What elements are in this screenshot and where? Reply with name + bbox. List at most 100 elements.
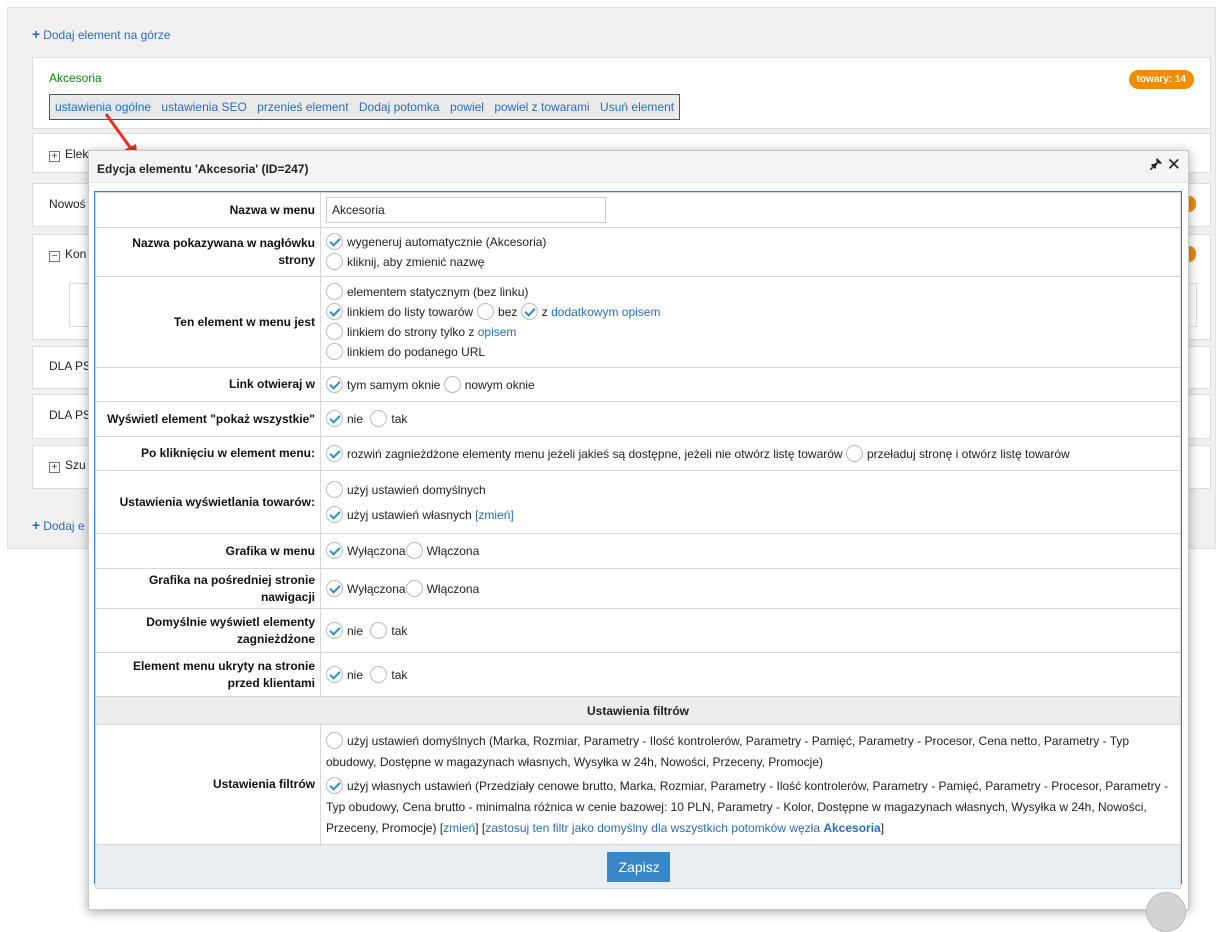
expand-icon[interactable]: + bbox=[49, 151, 60, 162]
radio-nested-yes[interactable] bbox=[370, 621, 388, 639]
action-delete-element[interactable]: Usuń element bbox=[600, 100, 674, 114]
radio-hidden-no[interactable] bbox=[326, 665, 343, 683]
menu-item-label-wrap[interactable]: − Kon bbox=[49, 247, 86, 262]
radio-nav-graphic-on[interactable] bbox=[405, 579, 423, 597]
extra-description-link[interactable]: dodatkowym opisem bbox=[551, 305, 660, 319]
radio-auto-name[interactable] bbox=[326, 233, 343, 250]
radio-description-only[interactable] bbox=[326, 323, 343, 340]
add-element-top-label[interactable]: Dodaj element na górze bbox=[43, 28, 170, 42]
change-display-link[interactable]: [zmień] bbox=[475, 508, 514, 522]
form-label: Link otwieraj w bbox=[95, 367, 321, 402]
radio-expand-children[interactable] bbox=[326, 444, 343, 462]
radio-label: użyj ustawień domyślnych bbox=[347, 482, 486, 497]
description-link[interactable]: opisem bbox=[478, 325, 517, 339]
radio-label: linkiem do strony tylko z bbox=[347, 325, 475, 339]
add-element-top-link[interactable]: + Dodaj element na górze bbox=[32, 26, 171, 42]
add-element-bottom-label[interactable]: Dodaj e bbox=[43, 519, 84, 533]
radio-label: nie bbox=[347, 667, 364, 682]
radio-label: tak bbox=[391, 623, 408, 638]
menu-item-label[interactable]: Nowoś bbox=[49, 197, 86, 211]
menu-item-title[interactable]: Akcesoria bbox=[49, 71, 102, 85]
expand-icon[interactable]: + bbox=[49, 462, 60, 473]
radio-default-display[interactable] bbox=[326, 480, 343, 498]
collapse-icon[interactable]: − bbox=[49, 251, 60, 262]
radio-label: tak bbox=[391, 667, 408, 682]
form-row-element-type: Ten element w menu jest elementem statyc… bbox=[95, 276, 1181, 368]
pin-icon[interactable] bbox=[1149, 158, 1162, 173]
radio-nested-no[interactable] bbox=[326, 621, 343, 639]
radio-default-filters[interactable] bbox=[326, 731, 343, 749]
radio-same-window[interactable] bbox=[326, 375, 343, 393]
radio-without-description[interactable] bbox=[477, 303, 495, 320]
save-button[interactable]: Zapisz bbox=[606, 851, 670, 882]
radio-label: wygeneruj automatycznie (Akcesoria) bbox=[347, 235, 547, 249]
action-duplicate[interactable]: powiel bbox=[450, 100, 484, 114]
form-label: Domyślnie wyświetl elementy zagnieżdżone bbox=[95, 608, 321, 653]
radio-label: elementem statycznym (bez linku) bbox=[347, 285, 529, 299]
radio-label: Włączona bbox=[426, 581, 480, 596]
action-duplicate-with-products[interactable]: powiel z towarami bbox=[494, 100, 589, 114]
radio-nav-graphic-off[interactable] bbox=[326, 579, 343, 597]
radio-hidden-yes[interactable] bbox=[370, 665, 388, 683]
radio-label: nie bbox=[347, 412, 364, 426]
form-label: Ten element w menu jest bbox=[95, 276, 321, 368]
form-row-menu-name: Nazwa w menu bbox=[95, 192, 1181, 228]
radio-product-list[interactable] bbox=[326, 303, 343, 320]
edit-element-dialog: Edycja elementu 'Akcesoria' (ID=247) ✕ N… bbox=[88, 150, 1189, 910]
add-element-bottom-link[interactable]: + Dodaj e bbox=[32, 517, 85, 533]
form-row-header-name: Nazwa pokazywana w nagłówku strony wygen… bbox=[95, 227, 1181, 277]
radio-graphic-on[interactable] bbox=[405, 542, 423, 559]
dialog-header[interactable]: Edycja elementu 'Akcesoria' (ID=247) ✕ bbox=[89, 151, 1188, 183]
radio-show-all-no[interactable] bbox=[326, 410, 343, 427]
form-label: Element menu ukryty na stronie przed kli… bbox=[95, 652, 321, 697]
apply-filter-node[interactable]: Akcesoria bbox=[823, 821, 880, 835]
radio-label: użyj ustawień domyślnych (Marka, Rozmiar… bbox=[326, 733, 1130, 769]
form-label: Nazwa w menu bbox=[95, 192, 321, 228]
form-row-menu-graphic: Grafika w menu Wyłączona Włączona bbox=[95, 533, 1181, 569]
menu-item-label[interactable]: Elek bbox=[65, 147, 88, 161]
action-add-child[interactable]: Dodaj potomka bbox=[359, 100, 440, 114]
radio-with-description[interactable] bbox=[520, 303, 538, 320]
menu-item-label[interactable]: DLA PS bbox=[49, 408, 91, 422]
form-row-nav-graphic: Grafika na pośredniej stronie nawigacji … bbox=[95, 568, 1181, 609]
change-filters-link[interactable]: zmień bbox=[443, 821, 475, 835]
bracket-text: ] bbox=[880, 820, 885, 835]
radio-custom-filters[interactable] bbox=[326, 776, 343, 794]
radio-label: tym samym oknie bbox=[347, 377, 441, 392]
menu-item-label-wrap[interactable]: + Szu bbox=[49, 458, 86, 473]
plus-icon: + bbox=[32, 517, 41, 533]
menu-name-input[interactable] bbox=[326, 197, 606, 223]
form-section-filters: Ustawienia filtrów bbox=[95, 696, 1181, 725]
form-row-on-click: Po kliknięciu w element menu: rozwiń zag… bbox=[95, 436, 1181, 471]
radio-label: Wyłączona bbox=[347, 544, 406, 558]
menu-item-label[interactable]: DLA PS bbox=[49, 359, 91, 373]
radio-static[interactable] bbox=[326, 283, 343, 300]
radio-url[interactable] bbox=[326, 343, 343, 360]
action-move-element[interactable]: przenieś element bbox=[257, 100, 348, 114]
form-footer: Zapisz bbox=[95, 844, 1181, 889]
radio-reload-page[interactable] bbox=[845, 444, 863, 462]
close-icon[interactable]: ✕ bbox=[1167, 155, 1181, 175]
radio-custom-display[interactable] bbox=[326, 505, 343, 523]
radio-label: nowym oknie bbox=[464, 377, 535, 392]
menu-item-label-wrap[interactable]: + Elek bbox=[49, 147, 88, 162]
form-row-hidden: Element menu ukryty na stronie przed kli… bbox=[95, 652, 1181, 697]
plus-icon: + bbox=[32, 26, 41, 42]
form-label: Grafika w menu bbox=[95, 533, 321, 569]
menu-item-akcesoria: Akcesoria towary: 14 ustawienia ogólne u… bbox=[32, 57, 1211, 129]
toggle-switch[interactable] bbox=[1146, 892, 1186, 932]
radio-label: Włączona bbox=[426, 544, 480, 558]
radio-label: kliknij, aby zmienić nazwę bbox=[347, 255, 485, 269]
radio-graphic-off[interactable] bbox=[326, 542, 343, 559]
action-seo-settings[interactable]: ustawienia SEO bbox=[161, 100, 246, 114]
radio-change-name[interactable] bbox=[326, 253, 343, 270]
menu-item-label[interactable]: Kon bbox=[65, 247, 86, 261]
products-count-badge: towary: 14 bbox=[1128, 70, 1194, 89]
apply-filter-to-children-link[interactable]: zastosuj ten filtr jako domyślny dla wsz… bbox=[485, 821, 881, 835]
radio-new-window[interactable] bbox=[443, 375, 461, 393]
form-row-filters: Ustawienia filtrów użyj ustawień domyśln… bbox=[95, 724, 1181, 845]
apply-filter-text[interactable]: zastosuj ten filtr jako domyślny dla wsz… bbox=[485, 821, 820, 835]
menu-item-label[interactable]: Szu bbox=[65, 458, 86, 472]
radio-label: linkiem do podanego URL bbox=[347, 345, 486, 359]
radio-show-all-yes[interactable] bbox=[370, 410, 388, 427]
